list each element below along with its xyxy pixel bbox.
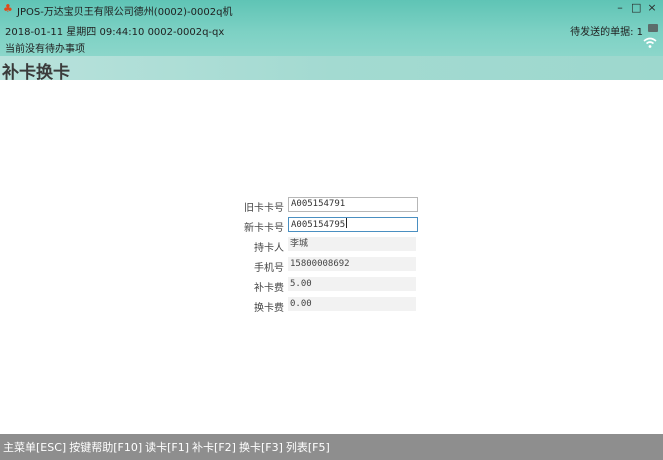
old-card-input[interactable]: A005154791 (288, 197, 418, 212)
holder-label: 持卡人 (254, 243, 284, 254)
maximize-button[interactable]: □ (631, 1, 641, 14)
new-card-value: A005154795 (291, 220, 346, 230)
read-card-shortcut[interactable]: 读卡[F1] (145, 439, 189, 455)
phone-label: 手机号 (254, 263, 284, 274)
text-caret (346, 218, 348, 228)
holder-value: 李城 (288, 237, 416, 251)
title-bar: ♣ JPOS-万达宝贝王有限公司德州(0002)-0002q机 – □ × (0, 0, 663, 18)
shortcut-bar: 主菜单[ESC] 按键帮助[F10] 读卡[F1] 补卡[F2] 换卡[F3] … (0, 434, 663, 460)
window-controls: – □ × (615, 1, 657, 14)
page-title: 补卡换卡 (2, 63, 70, 83)
reissue-fee-value: 5.00 (288, 277, 416, 291)
datetime-terminal-info: 2018-01-11 星期四 09:44:10 0002-0002q-qx (5, 27, 225, 38)
exchange-fee-label: 换卡费 (254, 303, 284, 314)
new-card-input[interactable]: A005154795 (288, 217, 418, 232)
wifi-icon (643, 37, 657, 48)
pending-documents-icon[interactable] (648, 24, 658, 32)
exchange-card-shortcut[interactable]: 换卡[F3] (239, 439, 283, 455)
old-card-label: 旧卡卡号 (244, 203, 284, 214)
pending-documents-label[interactable]: 待发送的单据: 1 (570, 23, 643, 38)
reissue-fee-label: 补卡费 (254, 283, 284, 294)
reissue-card-shortcut[interactable]: 补卡[F2] (192, 439, 236, 455)
main-menu-shortcut[interactable]: 主菜单[ESC] (3, 439, 66, 455)
minimize-button[interactable]: – (615, 1, 625, 14)
exchange-fee-value: 0.00 (288, 297, 416, 311)
close-button[interactable]: × (647, 1, 657, 14)
phone-value: 15800008692 (288, 257, 416, 271)
help-shortcut[interactable]: 按键帮助[F10] (69, 439, 142, 455)
todo-status: 当前没有待办事项 (5, 44, 85, 55)
app-logo-icon: ♣ (3, 2, 13, 15)
list-shortcut[interactable]: 列表[F5] (286, 439, 330, 455)
new-card-label: 新卡卡号 (244, 223, 284, 234)
page-title-bar (0, 56, 663, 80)
window-title: JPOS-万达宝贝王有限公司德州(0002)-0002q机 (17, 7, 233, 18)
